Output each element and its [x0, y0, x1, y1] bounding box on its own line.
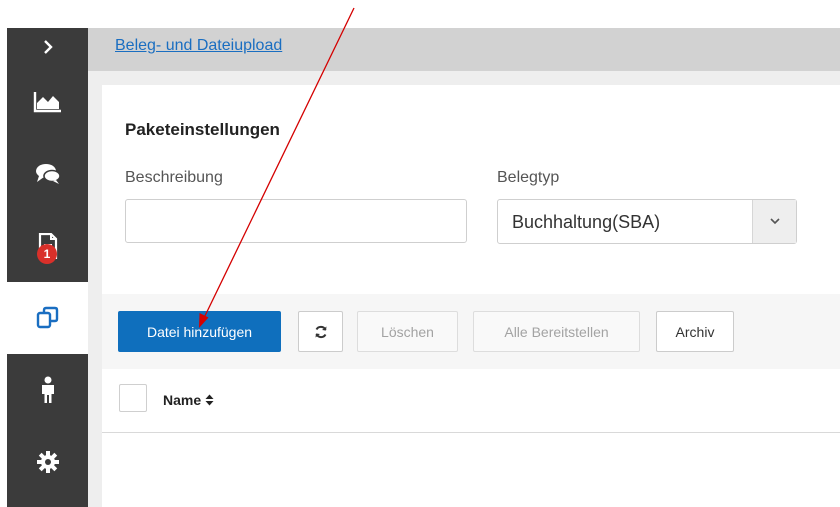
table-header: Name: [102, 369, 840, 432]
sidebar-item-upload[interactable]: [7, 282, 88, 354]
chevron-down-icon: [769, 218, 780, 225]
sidebar-item-analytics[interactable]: [7, 66, 88, 138]
chevron-right-icon: [43, 40, 53, 54]
sidebar: 1: [7, 28, 88, 507]
notification-badge: 1: [37, 244, 57, 264]
app-window: 1 Beleg- und Dateiupload Paketeinstellun…: [0, 0, 840, 507]
upload-panel: Paketeinstellungen Beschreibung Belegtyp…: [102, 85, 840, 507]
copy-icon: [36, 306, 58, 329]
area-chart-icon: [33, 92, 61, 113]
sidebar-item-messages[interactable]: [7, 138, 88, 210]
header-bar: Beleg- und Dateiupload: [88, 28, 840, 71]
refresh-button[interactable]: [298, 311, 343, 352]
sidebar-item-settings[interactable]: [7, 426, 88, 498]
dropdown-toggle[interactable]: [752, 200, 796, 243]
column-header-label: Name: [163, 392, 202, 408]
section-title: Paketeinstellungen: [125, 120, 280, 139]
sort-icon: [205, 394, 214, 406]
breadcrumb-link[interactable]: Beleg- und Dateiupload: [115, 37, 282, 55]
doc-type-value: Buchhaltung(SBA): [512, 212, 661, 232]
file-toolbar: Datei hinzufügen Löschen Alle Bereitstel…: [102, 294, 840, 369]
delete-button[interactable]: Löschen: [357, 311, 458, 352]
person-icon: [41, 376, 54, 403]
add-file-button[interactable]: Datei hinzufügen: [118, 311, 281, 352]
divider: [102, 432, 840, 433]
sidebar-item-documents[interactable]: 1: [7, 210, 88, 282]
description-label: Beschreibung: [125, 169, 223, 186]
description-input[interactable]: [125, 199, 467, 243]
column-header-name[interactable]: Name: [163, 392, 214, 408]
main-content: Paketeinstellungen Beschreibung Belegtyp…: [88, 71, 840, 507]
select-all-checkbox[interactable]: [119, 384, 147, 412]
doc-type-select[interactable]: Buchhaltung(SBA): [497, 199, 797, 244]
provide-all-button[interactable]: Alle Bereitstellen: [473, 311, 640, 352]
refresh-icon: [315, 325, 326, 338]
doc-type-label: Belegtyp: [497, 169, 560, 186]
chat-icon: [35, 164, 61, 184]
gear-icon: [36, 451, 59, 473]
sidebar-item-user[interactable]: [7, 354, 88, 426]
archive-button[interactable]: Archiv: [656, 311, 734, 352]
sidebar-expand-button[interactable]: [7, 28, 88, 66]
